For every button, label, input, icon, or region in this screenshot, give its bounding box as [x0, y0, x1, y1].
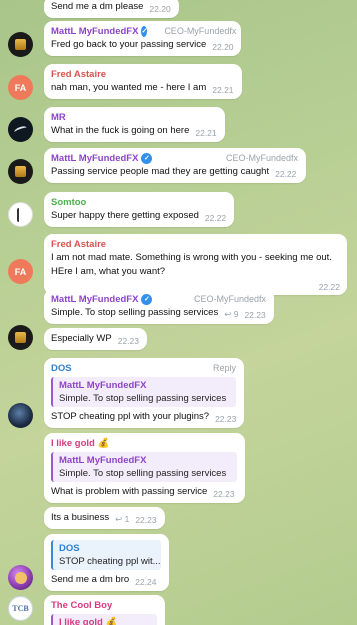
verified-icon: ✓: [141, 153, 153, 164]
reply-arrow-icon: ↩: [115, 514, 123, 524]
avatar-mr[interactable]: [8, 117, 33, 142]
message-sender[interactable]: Fred Astaire: [51, 238, 339, 251]
myfundedfx-logo-icon: [15, 166, 26, 177]
quoted-text: STOP cheating ppl wit...: [59, 556, 161, 567]
message-text: Simple. To stop selling passing services: [51, 307, 219, 318]
profile-picture-icon: [14, 571, 27, 584]
quoted-message[interactable]: MattL MyFundedFX Simple. To stop selling…: [51, 377, 236, 407]
message-text: Send me a dm bro: [51, 574, 130, 585]
avatar-the-cool-boy[interactable]: TCB: [8, 596, 33, 621]
message-bubble[interactable]: MattL MyFundedFX ✓ CEO-MyFundedfx Passin…: [44, 148, 306, 183]
message-bubble[interactable]: MattL MyFundedFX ✓ CEO-MyFundedfx Fred g…: [44, 21, 241, 56]
quoted-text: Simple. To stop selling passing services: [59, 468, 227, 479]
myfundedfx-logo-icon: [15, 39, 26, 50]
message-bubble[interactable]: Fred Astaire nah man, you wanted me - he…: [44, 64, 242, 99]
message-text: Send me a dm please: [51, 1, 144, 12]
message-time: 22.22: [275, 169, 297, 179]
avatar-mattl[interactable]: [8, 159, 33, 184]
message-time: 22.21: [195, 128, 217, 138]
message-bubble[interactable]: Send me a dm please 22.20: [44, 0, 179, 18]
message-text: What in the fuck is going on here: [51, 125, 190, 136]
admin-title: CEO-MyFundedfx: [225, 153, 298, 163]
message-sender[interactable]: Fred Astaire: [51, 68, 234, 81]
message-sender[interactable]: MattL MyFundedFX ✓ CEO-MyFundedfx: [51, 152, 298, 165]
swoosh-icon: [13, 124, 28, 135]
quoted-text: Simple. To stop selling passing services: [59, 393, 227, 404]
message-bubble[interactable]: I like gold 💰 MattL MyFundedFX Simple. T…: [44, 433, 245, 503]
message-time: 22.23: [244, 310, 266, 320]
quoted-message[interactable]: DOS STOP cheating ppl wit...: [51, 540, 161, 570]
message-time: 22.21: [212, 85, 234, 95]
message-time: 22.23: [135, 515, 157, 525]
message-text: I am not mad mate. Something is wrong wi…: [51, 252, 332, 277]
quoted-message[interactable]: I like gold 💰: [51, 614, 157, 625]
message-bubble[interactable]: DOS STOP cheating ppl wit... Send me a d…: [44, 534, 169, 591]
avatar-mattl[interactable]: [8, 32, 33, 57]
message-text: Super happy there getting exposed: [51, 210, 199, 221]
message-time: 22.24: [135, 577, 157, 587]
message-time: 22.23: [117, 336, 139, 346]
message-sender[interactable]: MR: [51, 111, 217, 124]
avatar-i-like-gold[interactable]: [8, 565, 33, 590]
verified-icon: ✓: [141, 26, 148, 37]
message-bubble[interactable]: MattL MyFundedFX ✓ CEO-MyFundedfx Simple…: [44, 289, 274, 324]
message-bubble[interactable]: Somtoo Super happy there getting exposed…: [44, 192, 235, 227]
message-bubble[interactable]: MR What in the fuck is going on here 22.…: [44, 107, 225, 142]
avatar-fred[interactable]: FA: [8, 259, 33, 284]
message-bubble[interactable]: Fred Astaire I am not mad mate. Somethin…: [44, 234, 347, 295]
message-text: Especially WP: [51, 333, 112, 344]
message-sender[interactable]: I like gold 💰: [51, 437, 237, 450]
reply-arrow-icon: ↩: [224, 309, 232, 319]
message-sender[interactable]: MattL MyFundedFX ✓ CEO-MyFundedfx: [51, 293, 266, 306]
avatar-fred[interactable]: FA: [8, 75, 33, 100]
replies-count[interactable]: ↩ 9: [224, 309, 238, 320]
quoted-sender: I like gold 💰: [59, 617, 118, 625]
message-text: What is problem with passing service: [51, 486, 208, 497]
quoted-message[interactable]: MattL MyFundedFX Simple. To stop selling…: [51, 452, 237, 482]
message-sender[interactable]: MattL MyFundedFX ✓ CEO-MyFundedfx: [51, 25, 237, 38]
message-bubble[interactable]: Its a business ↩ 1 22.23: [44, 507, 165, 529]
message-time: 22.23: [215, 414, 237, 424]
message-bubble[interactable]: Especially WP 22.23: [44, 328, 147, 350]
message-text: Its a business: [51, 512, 110, 523]
admin-title: CEO-MyFundedfx: [193, 294, 266, 304]
message-bubble[interactable]: DOS Reply MattL MyFundedFX Simple. To st…: [44, 358, 244, 428]
message-time: 22.20: [149, 4, 171, 14]
myfundedfx-logo-icon: [15, 332, 26, 343]
message-text: Fred go back to your passing service: [51, 39, 207, 50]
moneybag-icon: 💰: [97, 438, 110, 449]
message-text: STOP cheating ppl with your plugins?: [51, 411, 210, 422]
chat-area: Send me a dm please 22.20 MattL MyFunded…: [0, 0, 357, 625]
quoted-sender: MattL MyFundedFX: [59, 380, 147, 391]
message-sender[interactable]: DOS Reply: [51, 362, 236, 375]
message-text: nah man, you wanted me - here I am: [51, 82, 207, 93]
avatar-mattl[interactable]: [8, 325, 33, 350]
quoted-sender: DOS: [59, 543, 80, 554]
admin-title: CEO-MyFundedfx: [164, 26, 237, 36]
replies-count[interactable]: ↩ 1: [115, 514, 129, 525]
message-time: 22.22: [204, 213, 227, 223]
avatar-somtoo[interactable]: [8, 202, 33, 227]
reply-action[interactable]: Reply: [199, 362, 236, 375]
avatar-dos[interactable]: [8, 403, 33, 428]
verified-icon: ✓: [141, 294, 153, 305]
message-time: 22.22: [318, 282, 340, 292]
figure-icon: [16, 207, 25, 222]
message-sender[interactable]: Somtoo: [51, 196, 226, 209]
quoted-sender: MattL MyFundedFX: [59, 455, 147, 466]
message-bubble[interactable]: The Cool Boy I like gold 💰: [44, 595, 165, 625]
message-text: Passing service people mad they are gett…: [51, 166, 270, 177]
message-time: 22.23: [213, 489, 235, 499]
message-time: 22.20: [212, 42, 234, 52]
message-sender[interactable]: The Cool Boy: [51, 599, 157, 612]
